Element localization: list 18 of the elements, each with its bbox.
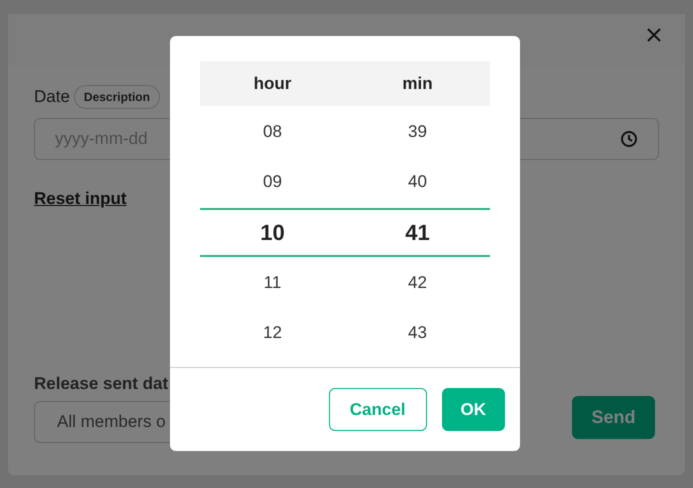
close-icon[interactable] [646,27,662,43]
hour-option[interactable]: 11 [264,270,282,296]
minute-option[interactable]: 41 [405,216,430,249]
column-header: min [402,72,433,95]
column-header: hour [254,72,292,95]
hour-option[interactable]: 10 [260,216,285,249]
clock-icon [620,130,638,148]
hour-option[interactable]: 12 [263,320,282,346]
hour-option[interactable]: 09 [263,169,282,195]
minute-option[interactable]: 39 [408,119,427,145]
minute-option[interactable]: 42 [408,270,427,296]
hour-option[interactable]: 08 [263,119,282,145]
description-badge: Description [74,84,160,109]
date-label: Date [34,86,70,108]
minute-option[interactable]: 43 [408,320,427,346]
release-label: Release sent dat [34,373,170,395]
reset-link[interactable]: Reset input [34,186,127,211]
minute-option[interactable]: 40 [408,169,427,195]
